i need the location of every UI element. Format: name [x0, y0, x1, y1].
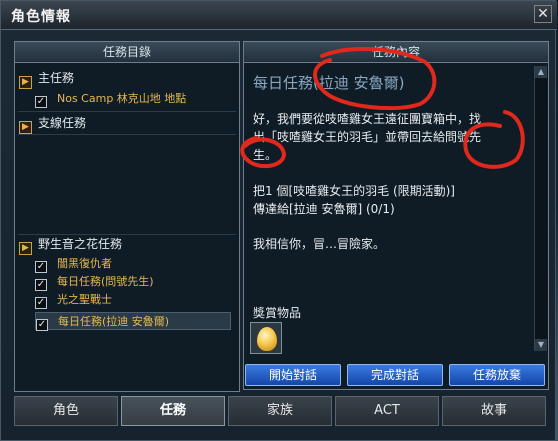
checkbox-checked-icon[interactable]: ✓	[35, 297, 47, 309]
complete-dialog-button[interactable]: 完成對話	[347, 364, 443, 386]
tab-story[interactable]: 故事	[442, 396, 546, 426]
quest-closing-text: 我相信你，冒…冒險家。	[253, 237, 386, 251]
quest-title: 每日任務(拉迪 安魯爾)	[253, 74, 405, 92]
tab-quests[interactable]: 任務	[121, 396, 225, 426]
quest-detail-panel: 任務內容 每日任務(拉迪 安魯爾) 好，我們要從吱喳雞女王遠征團寶箱中，找 出「…	[243, 41, 549, 390]
quest-objective-progress: 傳達給[拉迪 安魯爾] (0/1)	[253, 202, 395, 216]
reward-label: 獎賞物品	[253, 306, 302, 320]
quest-item[interactable]: ✓ 每日任務(問號先生)	[35, 273, 231, 291]
category-label: 野生音之花任務	[38, 237, 123, 251]
reward-item-slot[interactable]	[250, 322, 282, 354]
quest-description-line: 好，我們要從吱喳雞女王遠征團寶箱中，找	[253, 112, 482, 126]
quest-item-label: 光之聖戰士	[57, 293, 112, 306]
tab-act[interactable]: ACT	[335, 396, 439, 426]
category-side-quest[interactable]: ▶ 支線任務	[19, 114, 87, 134]
scroll-down-icon[interactable]: ▼	[535, 339, 547, 351]
divider	[18, 134, 236, 135]
checkbox-checked-icon[interactable]: ✓	[35, 261, 47, 273]
golden-egg-icon	[257, 327, 277, 351]
category-event-quest[interactable]: ▶ 野生音之花任務	[19, 235, 123, 255]
quest-description-line: 生。	[253, 148, 278, 162]
quest-list-panel: 任務目錄 ▶ 主任務 ✓ Nos Camp 林克山地 地點 ▶ 支線任務 ▶ 野生音之花…	[14, 41, 240, 392]
quest-item-label: 每日任務(問號先生)	[57, 275, 154, 288]
chevron-right-icon: ▶	[19, 121, 32, 134]
category-label: 主任務	[38, 71, 75, 85]
close-button[interactable]: ✕	[534, 5, 552, 23]
detail-scrollbar[interactable]: ▲ ▼	[534, 66, 547, 351]
checkbox-checked-icon[interactable]: ✓	[35, 96, 47, 108]
chevron-right-icon: ▶	[19, 242, 32, 255]
character-info-window: 角色情報 ✕ 任務目錄 ▶ 主任務 ✓ Nos Camp 林克山地 地點 ▶ 支線任務…	[0, 0, 557, 441]
abandon-quest-button[interactable]: 任務放棄	[449, 364, 545, 386]
quest-objective: 把1 個[吱喳雞女王的羽毛 (限期活動)]	[253, 184, 455, 198]
window-title: 角色情報	[11, 9, 71, 25]
quest-description-line: 出「吱喳雞女王的羽毛」並帶回去給問號先	[253, 130, 482, 144]
checkbox-checked-icon[interactable]: ✓	[35, 279, 47, 291]
divider	[18, 111, 236, 112]
tab-family[interactable]: 家族	[228, 396, 332, 426]
quest-item[interactable]: ✓ 闇黑復仇者	[35, 255, 231, 273]
window-titlebar[interactable]: 角色情報 ✕	[1, 1, 557, 30]
chevron-right-icon: ▶	[19, 76, 32, 89]
category-main-quest[interactable]: ▶ 主任務	[19, 69, 75, 89]
quest-item[interactable]: ✓ Nos Camp 林克山地 地點	[35, 90, 231, 108]
quest-detail-header: 任務內容	[244, 42, 548, 63]
quest-item-selected[interactable]: ✓ 每日任務(拉迪 安魯爾)	[35, 312, 231, 331]
quest-item-label: 每日任務(拉迪 安魯爾)	[58, 315, 170, 328]
quest-item-label: Nos Camp 林克山地 地點	[57, 92, 187, 105]
quest-item[interactable]: ✓ 光之聖戰士	[35, 291, 231, 309]
quest-list-header: 任務目錄	[15, 42, 239, 63]
scroll-up-icon[interactable]: ▲	[535, 66, 547, 78]
checkbox-checked-icon[interactable]: ✓	[36, 319, 48, 331]
quest-item-label: 闇黑復仇者	[57, 257, 112, 270]
category-label: 支線任務	[38, 116, 87, 130]
start-dialog-button[interactable]: 開始對話	[245, 364, 341, 386]
tab-character[interactable]: 角色	[14, 396, 118, 426]
